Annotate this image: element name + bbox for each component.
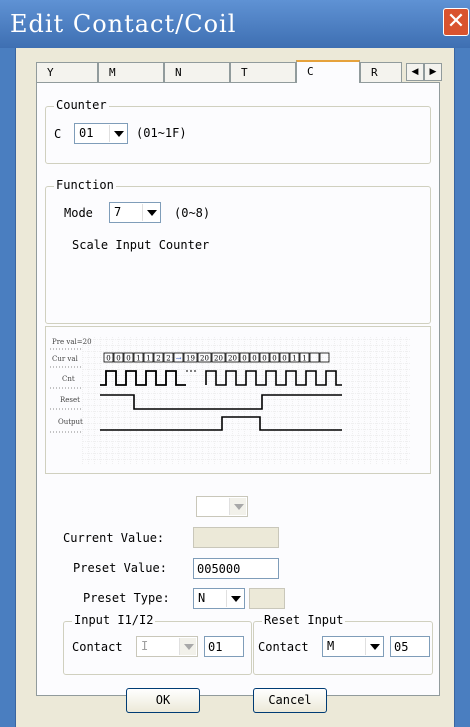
input-contact-number-text: 01 xyxy=(208,640,223,654)
reset-contact-label: Contact xyxy=(258,640,309,654)
preset-type-label: Preset Type: xyxy=(83,591,170,605)
preset-type-extra-field[interactable] xyxy=(249,588,285,609)
input-group: Input I1/I2 Contact I 01 xyxy=(63,613,252,675)
preset-value-label: Pre val=20 xyxy=(52,338,92,346)
tab-scroll-left-button[interactable]: ◀ xyxy=(406,63,424,81)
chevron-down-icon[interactable] xyxy=(179,638,196,655)
mode-select[interactable]: 7 xyxy=(109,202,161,223)
mode-range: (0~8) xyxy=(174,206,211,220)
preset-type-select[interactable]: N xyxy=(193,588,245,609)
reset-contact-number-field[interactable]: 05 xyxy=(390,636,430,657)
dialog-client: Y M N T C R ◀ ▶ Counter C 01 (01~1F) Fun… xyxy=(15,48,455,727)
counter-number-value: 01 xyxy=(79,126,94,140)
tab-t[interactable]: T xyxy=(230,62,296,82)
cur-val-text: 1 xyxy=(136,355,140,363)
reset-contact-type-value: M xyxy=(327,639,335,653)
tab-m[interactable]: M xyxy=(98,62,164,82)
close-icon: ✕ xyxy=(446,9,466,34)
tab-m-label: M xyxy=(109,66,116,79)
tab-t-label: T xyxy=(241,66,248,79)
tab-y-label: Y xyxy=(47,66,54,79)
timing-diagram-svg: Pre val=20 Cur val Cnt Reset Output 0001… xyxy=(50,337,410,465)
preset-value-text: 005000 xyxy=(197,562,241,576)
tab-c[interactable]: C xyxy=(296,60,360,83)
function-description: Scale Input Counter xyxy=(72,238,210,252)
input-contact-label: Contact xyxy=(72,640,123,654)
reset-label: Reset xyxy=(60,396,80,404)
tab-r-label: R xyxy=(371,66,378,79)
cur-val-text: 19 xyxy=(186,355,195,363)
reset-input-group: Reset Input Contact M 05 xyxy=(253,613,433,675)
chevron-down-icon[interactable] xyxy=(109,125,126,142)
triangle-right-icon: ▶ xyxy=(429,67,437,77)
counter-range: (01~1F) xyxy=(136,126,187,140)
tab-scroll-right-button[interactable]: ▶ xyxy=(424,63,442,81)
reset-contact-type-select[interactable]: M xyxy=(322,636,384,657)
input-legend: Input I1/I2 xyxy=(72,613,156,627)
output-label: Output xyxy=(58,418,83,426)
cur-val-label: Cur val xyxy=(52,355,79,363)
triangle-left-icon: ◀ xyxy=(411,67,419,77)
counter-prefix: C xyxy=(54,127,62,141)
counter-group: Counter C 01 (01~1F) xyxy=(45,98,431,164)
window-title: Edit Contact/Coil xyxy=(10,10,237,38)
input-contact-type-value: I xyxy=(141,639,149,653)
tab-r[interactable]: R xyxy=(360,62,402,82)
cur-val-text: 0 xyxy=(242,355,246,363)
tab-strip: Y M N T C R ◀ ▶ xyxy=(36,60,442,83)
cur-val-text: 20 xyxy=(200,355,209,363)
top-combo-select[interactable] xyxy=(196,496,248,517)
cur-val-text: 0 xyxy=(126,355,130,363)
function-legend: Function xyxy=(54,178,116,192)
cancel-button[interactable]: Cancel xyxy=(253,688,327,713)
tab-n[interactable]: N xyxy=(164,62,230,82)
cur-val-text: 0 xyxy=(272,355,276,363)
counter-number-select[interactable]: 01 xyxy=(74,123,128,144)
chevron-down-icon[interactable] xyxy=(229,498,246,515)
close-button[interactable]: ✕ xyxy=(443,8,469,36)
cur-val-text: 1 xyxy=(292,355,296,363)
mode-value: 7 xyxy=(114,205,122,219)
input-contact-number-field[interactable]: 01 xyxy=(204,636,244,657)
cur-val-text: 20 xyxy=(228,355,237,363)
title-bar[interactable]: Edit Contact/Coil ✕ xyxy=(0,0,470,48)
cur-val-text: 1 xyxy=(146,355,150,363)
tab-c-label: C xyxy=(307,65,314,78)
reset-legend: Reset Input xyxy=(262,613,346,627)
cur-val-text: → xyxy=(176,355,182,363)
cur-val-text: 2 xyxy=(166,355,170,363)
cur-val-text: 2 xyxy=(156,355,160,363)
timing-diagram: Pre val=20 Cur val Cnt Reset Output 0001… xyxy=(45,326,431,474)
preset-value-label-field: Preset Value: xyxy=(73,561,167,575)
cur-val-text: 1 xyxy=(302,355,306,363)
cur-val-text: 0 xyxy=(116,355,120,363)
cur-val-text: 0 xyxy=(262,355,266,363)
tab-n-label: N xyxy=(175,66,182,79)
tab-y[interactable]: Y xyxy=(36,62,98,82)
function-group: Function Mode 7 (0~8) Scale Input Counte… xyxy=(45,178,431,324)
input-contact-type-select[interactable]: I xyxy=(136,636,198,657)
reset-contact-number-text: 05 xyxy=(394,640,409,654)
ok-button[interactable]: OK xyxy=(126,688,200,713)
current-value-field[interactable] xyxy=(193,527,279,548)
chevron-down-icon[interactable] xyxy=(142,204,159,221)
counter-legend: Counter xyxy=(54,98,109,112)
dialog-window: Edit Contact/Coil ✕ Y M N T C R ◀ ▶ Coun… xyxy=(0,0,470,727)
chevron-down-icon[interactable] xyxy=(365,638,382,655)
preset-value-field[interactable]: 005000 xyxy=(193,558,279,579)
preset-type-value: N xyxy=(198,591,206,605)
mode-label: Mode xyxy=(64,206,93,220)
cur-val-text: 20 xyxy=(214,355,223,363)
chevron-down-icon[interactable] xyxy=(226,590,243,607)
tab-panel-c: Counter C 01 (01~1F) Function Mode 7 (0~… xyxy=(36,82,440,696)
cur-val-sequence: 0 0 0 1 1 2 2 → 19 20 20 20 0 0 0 0 0 1 1 xyxy=(103,352,330,363)
cnt-label: Cnt xyxy=(62,375,75,383)
cur-val-text: 0 xyxy=(106,355,110,363)
cur-val-text: 0 xyxy=(252,355,256,363)
current-value-label: Current Value: xyxy=(63,531,165,545)
cur-val-text: 0 xyxy=(282,355,286,363)
